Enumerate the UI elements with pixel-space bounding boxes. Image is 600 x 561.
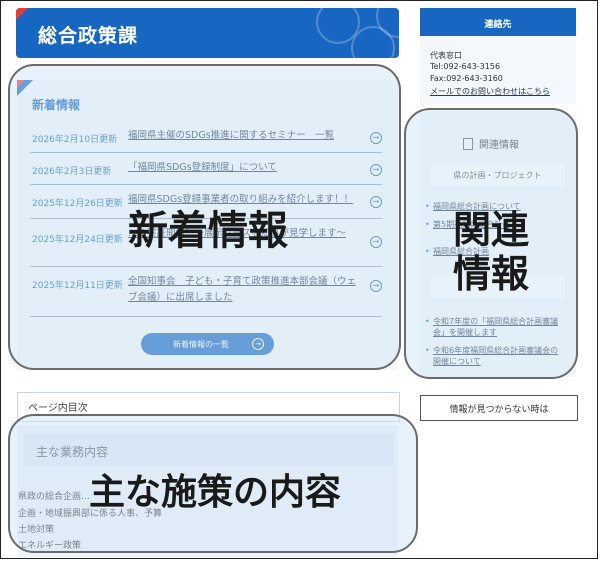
related-annotation-label: 関連 情報 — [404, 208, 578, 296]
corner-accent — [16, 8, 28, 20]
business-annotation-label: 主な施策の内容 — [88, 472, 341, 513]
contact-tel: Tel:092-643-3156 — [430, 62, 501, 71]
related-annotation-line: 関連 — [452, 208, 529, 252]
contact-mail-link[interactable]: メールでのお問い合わせはこちら — [430, 86, 550, 97]
page-title: 総合政策課 — [38, 25, 139, 47]
section-header: 総合政策課 — [16, 8, 399, 58]
contact-header: 連絡先 — [420, 8, 576, 36]
page-toc-label: ページ内目次 — [28, 403, 88, 414]
news-annotation-label: 新着情報 — [128, 208, 288, 254]
contact-fax: Fax:092-643-3160 — [430, 74, 503, 83]
related-annotation-line: 情報 — [452, 252, 529, 296]
not-found-label: 情報が見つからない時は — [449, 405, 549, 415]
contact-office: 代表窓口 — [430, 51, 462, 60]
contact-heading: 連絡先 — [484, 20, 512, 30]
not-found-button[interactable]: 情報が見つからない時は — [420, 395, 578, 421]
